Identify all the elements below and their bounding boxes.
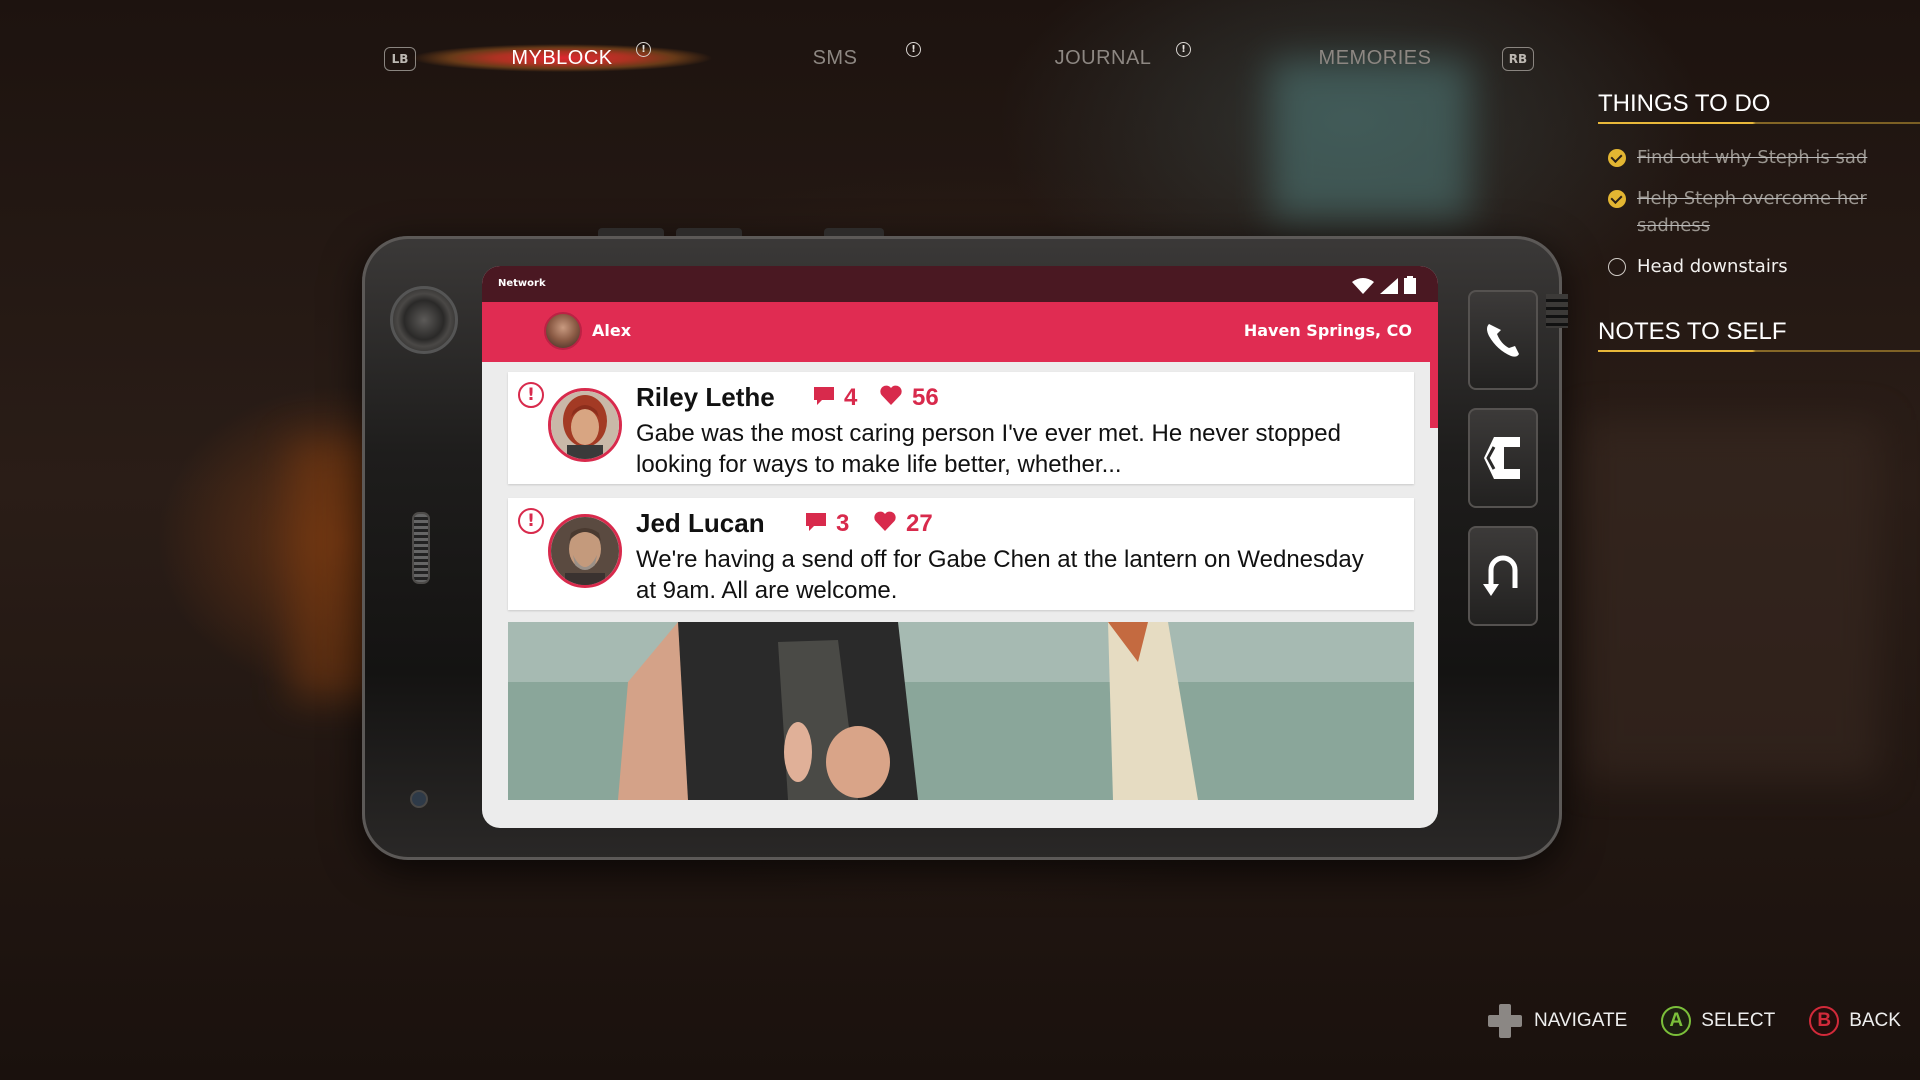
myblock-feed: ! Riley Lethe 4 56 Gabe was the most car… xyxy=(508,372,1414,624)
tab-memories[interactable]: MEMORIES xyxy=(1300,44,1450,72)
location-label: Haven Springs, CO xyxy=(1243,321,1412,340)
post-like-count: 27 xyxy=(874,510,933,538)
comment-count: 4 xyxy=(844,384,858,411)
heart-icon xyxy=(880,384,902,412)
avatar[interactable] xyxy=(544,312,582,350)
wifi-icon xyxy=(1352,278,1374,294)
post-author: Riley Lethe xyxy=(636,382,775,412)
post-alert-icon: ! xyxy=(518,508,544,534)
top-tab-bar: LB MYBLOCK ! SMS ! JOURNAL ! MEMORIES RB xyxy=(380,40,1540,76)
post-comment-count: 4 xyxy=(814,384,857,412)
post-like-count: 56 xyxy=(880,384,939,412)
hint-select-label: SELECT xyxy=(1701,1010,1776,1031)
camera-lens-icon xyxy=(390,286,458,354)
feed-post[interactable]: ! Riley Lethe 4 56 Gabe was the most car… xyxy=(508,372,1414,484)
checkmark-icon xyxy=(1608,149,1626,167)
b-button-icon: B xyxy=(1809,1006,1840,1036)
phone-top-button xyxy=(824,228,884,236)
speaker-grille xyxy=(412,512,430,584)
like-count: 56 xyxy=(912,384,939,411)
phone-screen: Network Alex Haven Springs, CO ! Riley L… xyxy=(482,266,1438,828)
heart-icon xyxy=(874,510,896,538)
tab-myblock-alert-icon: ! xyxy=(636,42,651,57)
post-photo[interactable] xyxy=(508,622,1414,800)
task-item: Head downstairs xyxy=(1608,253,1920,280)
hint-navigate-label: NAVIGATE xyxy=(1534,1010,1628,1031)
comment-icon xyxy=(814,384,834,412)
tab-sms[interactable]: SMS xyxy=(770,44,900,72)
app-bar: Alex Haven Springs, CO xyxy=(482,302,1438,362)
task-item: Find out why Steph is sad xyxy=(1608,144,1920,171)
things-to-do-heading: THINGS TO DO xyxy=(1598,90,1771,117)
phone-device: Network Alex Haven Springs, CO ! Riley L… xyxy=(362,228,1568,860)
controller-hints: NAVIGATE A SELECT B BACK xyxy=(1488,1004,1901,1038)
user-name: Alex xyxy=(592,321,632,340)
myblock-app-button[interactable] xyxy=(1468,408,1538,508)
post-comment-count: 3 xyxy=(806,510,849,538)
phone-call-button[interactable] xyxy=(1468,290,1538,390)
hint-back[interactable]: B BACK xyxy=(1809,1006,1901,1036)
post-text: We're having a send off for Gabe Chen at… xyxy=(636,546,1364,604)
dpad-icon xyxy=(1488,1004,1522,1038)
post-avatar xyxy=(548,388,622,462)
tab-myblock-label: MYBLOCK xyxy=(511,46,613,69)
feed-scrollbar[interactable] xyxy=(1430,358,1438,428)
background-window-glow xyxy=(1270,60,1470,220)
comment-count: 3 xyxy=(836,510,850,537)
status-bar: Network xyxy=(482,266,1438,302)
battery-icon xyxy=(1404,276,1416,294)
empty-circle-icon xyxy=(1608,258,1626,276)
task-text: Help Steph overcome her sadness xyxy=(1637,188,1867,236)
tab-journal-label: JOURNAL xyxy=(1054,46,1152,69)
tab-memories-label: MEMORIES xyxy=(1318,46,1432,69)
hint-navigate: NAVIGATE xyxy=(1488,1004,1627,1038)
rb-bumper-button[interactable]: RB xyxy=(1502,47,1534,71)
hint-select[interactable]: A SELECT xyxy=(1661,1006,1775,1036)
post-text: Gabe was the most caring person I've eve… xyxy=(636,420,1341,478)
hint-back-label: BACK xyxy=(1849,1010,1901,1031)
tab-journal-alert-icon: ! xyxy=(1176,42,1191,57)
comment-icon xyxy=(806,510,826,538)
things-to-do-divider xyxy=(1598,122,1920,124)
post-avatar xyxy=(548,514,622,588)
back-arrow-icon xyxy=(1483,555,1518,596)
tab-sms-alert-icon: ! xyxy=(906,42,921,57)
status-icons xyxy=(1352,276,1416,294)
myblock-app-icon xyxy=(1484,437,1520,479)
post-author: Jed Lucan xyxy=(636,508,765,538)
tab-journal[interactable]: JOURNAL xyxy=(1028,44,1178,72)
phone-call-icon xyxy=(1487,324,1519,357)
network-label: Network xyxy=(498,278,546,289)
signal-icon xyxy=(1380,278,1398,294)
tab-sms-label: SMS xyxy=(812,46,858,69)
task-item: Help Steph overcome her sadness xyxy=(1608,185,1920,239)
phone-top-button xyxy=(676,228,742,236)
a-button-icon: A xyxy=(1661,1006,1692,1036)
phone-top-button xyxy=(598,228,664,236)
objectives-panel: THINGS TO DO Find out why Steph is sad H… xyxy=(1598,90,1920,352)
like-count: 27 xyxy=(906,510,933,537)
post-alert-icon: ! xyxy=(518,382,544,408)
back-button[interactable] xyxy=(1468,526,1538,626)
notes-to-self-heading: NOTES TO SELF xyxy=(1598,318,1787,345)
tab-myblock[interactable]: MYBLOCK xyxy=(412,44,712,72)
side-grille xyxy=(1546,294,1568,328)
feed-post[interactable]: ! Jed Lucan 3 27 We're having a send off… xyxy=(508,498,1414,610)
checkmark-icon xyxy=(1608,190,1626,208)
task-text: Head downstairs xyxy=(1637,256,1788,277)
notes-divider xyxy=(1598,350,1920,352)
sensor-dot xyxy=(410,790,428,808)
background-shelf xyxy=(1580,420,1880,780)
task-text: Find out why Steph is sad xyxy=(1637,147,1868,168)
